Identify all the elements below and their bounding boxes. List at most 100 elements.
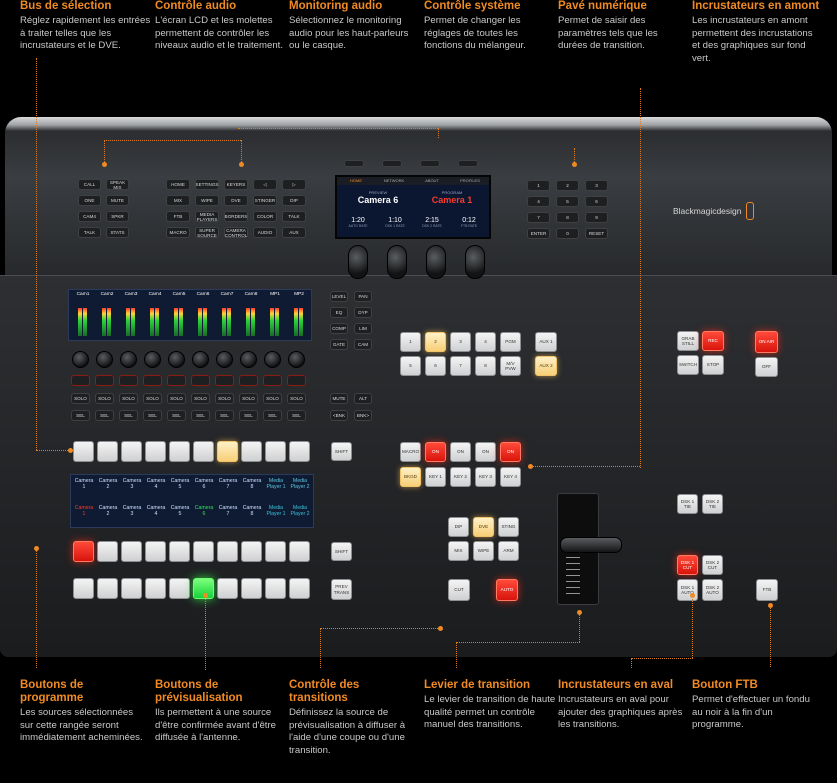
keyer-key-key-4[interactable]: KEY 4 bbox=[500, 467, 521, 487]
audio-solo-key[interactable]: SOLO bbox=[191, 393, 210, 404]
select-bus-key[interactable] bbox=[169, 441, 190, 462]
audio-select-key[interactable]: SEL bbox=[95, 410, 114, 421]
audio-channel-knob[interactable] bbox=[192, 351, 209, 368]
audio-solo-key[interactable]: SOLO bbox=[239, 393, 258, 404]
record-key-rec[interactable]: REC bbox=[702, 331, 724, 351]
key-cam4[interactable]: CAM4 bbox=[78, 211, 101, 222]
transition-lever-handle[interactable] bbox=[560, 537, 622, 553]
audio-solo-key[interactable]: SOLO bbox=[119, 393, 138, 404]
record-key-stop[interactable]: STOP bbox=[702, 355, 724, 375]
preview-bus-key[interactable] bbox=[97, 578, 118, 599]
numpad-key-9[interactable]: 9 bbox=[585, 212, 608, 223]
shift-key[interactable]: SHIFT bbox=[331, 442, 352, 461]
lcd-control-knob[interactable] bbox=[465, 245, 485, 279]
audio-solo-key[interactable]: SOLO bbox=[95, 393, 114, 404]
key-camera-control[interactable]: CAMERA CONTROL bbox=[224, 227, 248, 238]
audio-bank-up-key[interactable]: BNK> bbox=[354, 410, 372, 421]
audio-key-comp[interactable]: COMP bbox=[330, 323, 348, 334]
record-key-grab-still[interactable]: GRAB STILL bbox=[677, 331, 699, 351]
lcd-control-knob[interactable] bbox=[348, 245, 368, 279]
record-key-switch[interactable]: SWITCH bbox=[677, 355, 699, 375]
lcd-control-knob[interactable] bbox=[387, 245, 407, 279]
macro-key-1[interactable]: 1 bbox=[400, 332, 421, 352]
macro-key-8[interactable]: 8 bbox=[475, 356, 496, 376]
cut-key[interactable]: CUT bbox=[448, 579, 470, 601]
audio-channel-knob[interactable] bbox=[144, 351, 161, 368]
select-bus-key[interactable] bbox=[241, 441, 262, 462]
numpad-key-reset[interactable]: RESET bbox=[585, 228, 608, 239]
key-spkr[interactable]: SPKR bbox=[106, 211, 129, 222]
dsk-1-tie-key[interactable]: DSK 1 TIE bbox=[677, 494, 698, 514]
lcd-menu-profiles[interactable]: PROFILES bbox=[451, 177, 489, 185]
transition-key-dip[interactable]: DIP bbox=[448, 517, 469, 537]
audio-key-cam[interactable]: CAM bbox=[354, 339, 372, 350]
auto-key[interactable]: AUTO bbox=[496, 579, 518, 601]
audio-solo-key[interactable]: SOLO bbox=[215, 393, 234, 404]
audio-channel-mute-key[interactable] bbox=[167, 375, 186, 386]
macro-key-pgm[interactable]: PGM bbox=[500, 332, 521, 352]
select-bus-key[interactable] bbox=[97, 441, 118, 462]
key-wipe[interactable]: WIPE bbox=[195, 195, 219, 206]
key-call[interactable]: CALL bbox=[78, 179, 101, 190]
numpad-key-2[interactable]: 2 bbox=[556, 180, 579, 191]
shift-key[interactable]: SHIFT bbox=[331, 542, 352, 561]
lcd-control-knob[interactable] bbox=[426, 245, 446, 279]
key-home[interactable]: HOME bbox=[166, 179, 190, 190]
audio-select-key[interactable]: SEL bbox=[263, 410, 282, 421]
lcd-menu-about[interactable]: ABOUT bbox=[413, 177, 451, 185]
keyer-top-key-macro[interactable]: MACRO bbox=[400, 442, 421, 462]
numpad-key-5[interactable]: 5 bbox=[556, 196, 579, 207]
audio-solo-key[interactable]: SOLO bbox=[167, 393, 186, 404]
audio-channel-knob[interactable] bbox=[96, 351, 113, 368]
program-bus-key[interactable] bbox=[169, 541, 190, 562]
key-audio[interactable]: AUDIO bbox=[253, 227, 277, 238]
numpad-key-4[interactable]: 4 bbox=[527, 196, 550, 207]
audio-channel-knob[interactable] bbox=[264, 351, 281, 368]
audio-key-dyp[interactable]: DYP bbox=[354, 307, 372, 318]
preview-bus-key[interactable] bbox=[241, 578, 262, 599]
audio-solo-key[interactable]: SOLO bbox=[263, 393, 282, 404]
key-macro[interactable]: MACRO bbox=[166, 227, 190, 238]
transition-key-mix[interactable]: MIX bbox=[448, 541, 469, 561]
numpad-key-enter[interactable]: ENTER bbox=[527, 228, 550, 239]
macro-key-5[interactable]: 5 bbox=[400, 356, 421, 376]
preview-bus-key[interactable] bbox=[289, 578, 310, 599]
preview-bus-key[interactable] bbox=[121, 578, 142, 599]
keyer-key-key-3[interactable]: KEY 3 bbox=[475, 467, 496, 487]
audio-key-gate[interactable]: GATE bbox=[330, 339, 348, 350]
audio-select-key[interactable]: SEL bbox=[71, 410, 90, 421]
key-keyers[interactable]: KEYERS bbox=[224, 179, 248, 190]
audio-channel-mute-key[interactable] bbox=[143, 375, 162, 386]
key-one[interactable]: ONE bbox=[78, 195, 101, 206]
keyer-top-key-on[interactable]: ON bbox=[425, 442, 446, 462]
preview-bus-key[interactable] bbox=[145, 578, 166, 599]
key-talk[interactable]: TALK bbox=[282, 211, 306, 222]
audio-select-key[interactable]: SEL bbox=[215, 410, 234, 421]
program-bus-key[interactable] bbox=[289, 541, 310, 562]
preview-bus-key[interactable] bbox=[265, 578, 286, 599]
audio-select-key[interactable]: SEL bbox=[239, 410, 258, 421]
off-key[interactable]: OFF bbox=[755, 357, 778, 377]
audio-bank-down-key[interactable]: <BNK bbox=[330, 410, 348, 421]
audio-channel-mute-key[interactable] bbox=[215, 375, 234, 386]
audio-alt-key[interactable]: ALT bbox=[354, 393, 372, 404]
key-speak-mix[interactable]: SPEAK MIX bbox=[106, 179, 129, 190]
audio-channel-mute-key[interactable] bbox=[287, 375, 306, 386]
dsk-1-cut-key[interactable]: DSK 1 CUT bbox=[677, 555, 698, 575]
dsk-1-auto-key[interactable]: DSK 1 AUTO bbox=[677, 579, 698, 601]
key-talk[interactable]: TALK bbox=[78, 227, 101, 238]
lcd-softkey[interactable] bbox=[344, 160, 364, 167]
macro-key-6[interactable]: 6 bbox=[425, 356, 446, 376]
audio-solo-key[interactable]: SOLO bbox=[287, 393, 306, 404]
audio-key-eq[interactable]: EQ bbox=[330, 307, 348, 318]
transition-key-arm[interactable]: ARM bbox=[498, 541, 519, 561]
audio-key-level[interactable]: LEVEL bbox=[330, 291, 348, 302]
numpad-key-1[interactable]: 1 bbox=[527, 180, 550, 191]
audio-channel-mute-key[interactable] bbox=[191, 375, 210, 386]
key-settings[interactable]: SETTINGS bbox=[195, 179, 219, 190]
audio-select-key[interactable]: SEL bbox=[119, 410, 138, 421]
lcd-softkey[interactable] bbox=[420, 160, 440, 167]
key-key[interactable]: ▷ bbox=[282, 179, 306, 190]
keyer-top-key-on[interactable]: ON bbox=[450, 442, 471, 462]
macro-key-7[interactable]: 7 bbox=[450, 356, 471, 376]
